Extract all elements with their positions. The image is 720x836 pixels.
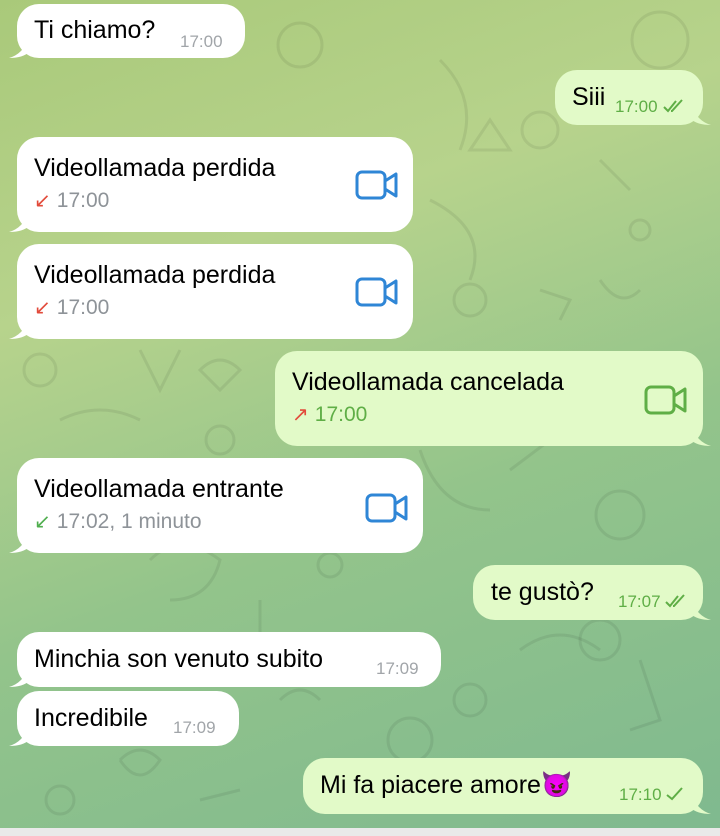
message-bubble-incoming[interactable]: Incredibile 17:09	[9, 691, 239, 746]
video-camera-icon[interactable]	[355, 170, 399, 200]
bottom-edge	[0, 828, 720, 836]
call-meta: ↙ 17:02, 1 minuto	[34, 510, 202, 534]
call-bubble-incoming[interactable]: Videollamada entrante ↙ 17:02, 1 minuto	[9, 458, 423, 553]
call-bubble-incoming[interactable]: Videollamada perdida ↙ 17:00	[9, 244, 413, 339]
message-text-content: Mi fa piacere amore	[320, 771, 541, 799]
call-time: 17:00	[314, 403, 368, 426]
video-camera-icon[interactable]	[355, 277, 399, 307]
bubble-tail	[691, 426, 711, 446]
message-text: Minchia son venuto subito	[34, 645, 324, 673]
incoming-call-arrow-icon: ↙	[34, 511, 51, 533]
call-time: 17:00	[56, 189, 110, 212]
bubble-tail	[9, 212, 29, 232]
call-title: Videollamada cancelada	[292, 368, 564, 396]
missed-call-arrow-icon: ↙	[34, 190, 51, 212]
call-meta: ↗ 17:00	[292, 403, 367, 427]
message-time: 17:10	[619, 785, 662, 804]
message-time: 17:09	[173, 718, 216, 737]
call-title: Videollamada entrante	[34, 475, 284, 503]
call-title: Videollamada perdida	[34, 261, 276, 289]
video-camera-icon[interactable]	[365, 493, 409, 523]
call-bubble-incoming[interactable]: Videollamada perdida ↙ 17:00	[9, 137, 413, 232]
call-time: 17:02, 1 minuto	[56, 510, 202, 533]
bubble-tail	[691, 600, 711, 620]
bubble-tail	[9, 38, 29, 58]
chat-view[interactable]: Ti chiamo? 17:00 Siii 17:00 Videollamada…	[0, 0, 720, 836]
call-title: Videollamada perdida	[34, 154, 276, 182]
bubble-tail	[9, 667, 29, 687]
message-bubble-incoming[interactable]: Minchia son venuto subito 17:09	[9, 632, 441, 687]
bubble-tail	[691, 105, 711, 125]
bubble-tail	[9, 726, 29, 746]
bubble-tail	[691, 794, 711, 814]
message-time: 17:00	[180, 32, 223, 51]
message-time: 17:00	[615, 97, 658, 116]
missed-call-arrow-icon: ↙	[34, 297, 51, 319]
call-meta: ↙ 17:00	[34, 189, 109, 213]
smiling-devil-emoji: 😈	[540, 771, 573, 799]
message-time: 17:07	[618, 592, 661, 611]
message-bubble-incoming[interactable]: Ti chiamo? 17:00	[9, 4, 245, 58]
call-meta: ↙ 17:00	[34, 296, 109, 320]
call-time: 17:00	[56, 296, 110, 319]
message-text: te gustò?	[491, 578, 594, 606]
message-bubble-outgoing[interactable]: Mi fa piacere amore😈 17:10	[303, 758, 711, 814]
video-camera-icon[interactable]	[644, 385, 688, 415]
double-check-icon	[663, 99, 683, 113]
bubble-tail	[9, 319, 29, 339]
message-text: Ti chiamo?	[34, 16, 156, 44]
message-text: Mi fa piacere amore😈	[320, 770, 572, 800]
message-text: Incredibile	[34, 704, 148, 732]
message-time: 17:09	[376, 659, 419, 678]
outgoing-call-arrow-icon: ↗	[292, 404, 309, 426]
message-bubble-outgoing[interactable]: te gustò? 17:07	[473, 565, 711, 620]
bubble-tail	[9, 533, 29, 553]
message-bubble-outgoing[interactable]: Siii 17:00	[555, 70, 711, 125]
single-check-icon	[666, 787, 683, 801]
call-bubble-outgoing[interactable]: Videollamada cancelada ↗ 17:00	[275, 351, 711, 446]
double-check-icon	[665, 594, 685, 608]
message-text: Siii	[572, 83, 606, 111]
